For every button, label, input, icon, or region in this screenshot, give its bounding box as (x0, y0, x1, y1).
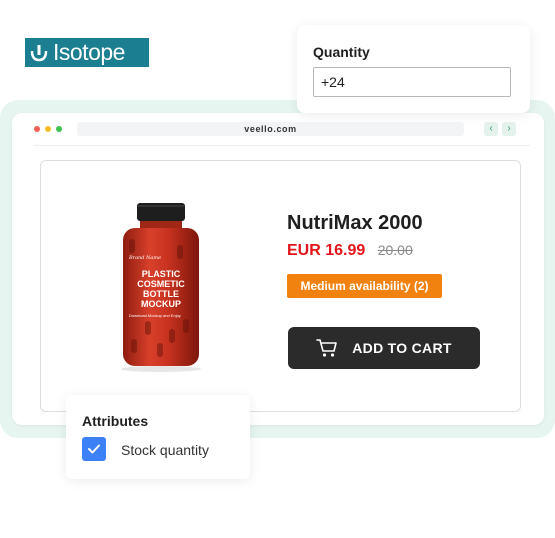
maximize-window-dot[interactable] (56, 126, 62, 132)
bottle-label-line3: BOTTLE (143, 289, 179, 299)
add-to-cart-button[interactable]: ADD TO CART (288, 327, 480, 369)
address-bar[interactable]: veello.com (77, 122, 464, 136)
toolbar-divider (34, 145, 530, 146)
product-title: NutriMax 2000 (287, 212, 423, 234)
old-price: 20.00 (377, 242, 413, 258)
current-price: EUR 16.99 (287, 242, 366, 259)
chevron-right-icon[interactable]: › (502, 122, 516, 136)
stock-quantity-checkbox[interactable] (82, 437, 106, 461)
attributes-title: Attributes (82, 413, 149, 429)
product-image: Brand Name PLASTIC COSMETIC BOTTLE MOCKU… (121, 203, 201, 372)
quantity-title: Quantity (313, 44, 370, 60)
availability-badge: Medium availability (2) (287, 274, 442, 298)
attributes-panel: Attributes Stock quantity (66, 395, 250, 479)
quantity-panel: Quantity (297, 25, 530, 113)
brand-name: Isotope (53, 39, 125, 65)
close-window-dot[interactable] (34, 126, 40, 132)
chevron-left-icon[interactable]: ‹ (484, 122, 498, 136)
stock-quantity-label: Stock quantity (121, 442, 209, 458)
add-to-cart-label: ADD TO CART (352, 340, 452, 356)
cart-icon (316, 339, 338, 357)
quantity-input[interactable] (313, 67, 511, 97)
bottle-label-line4: MOCKUP (141, 299, 181, 309)
bottle-script-label: Brand Name (128, 255, 161, 261)
bottle-label-line2: COSMETIC (137, 279, 185, 289)
bottle-label-line1: PLASTIC (142, 269, 181, 279)
browser-toolbar: veello.com ‹ › (12, 113, 544, 145)
anchor-icon (25, 38, 53, 67)
product-card: Brand Name PLASTIC COSMETIC BOTTLE MOCKU… (40, 160, 521, 412)
checkmark-icon (88, 444, 100, 454)
minimize-window-dot[interactable] (45, 126, 51, 132)
bottle-small-label: Download Mockup and Enjoy (129, 313, 181, 318)
isotope-logo: Isotope (25, 38, 149, 67)
price-row: EUR 16.99 20.00 (287, 242, 413, 260)
